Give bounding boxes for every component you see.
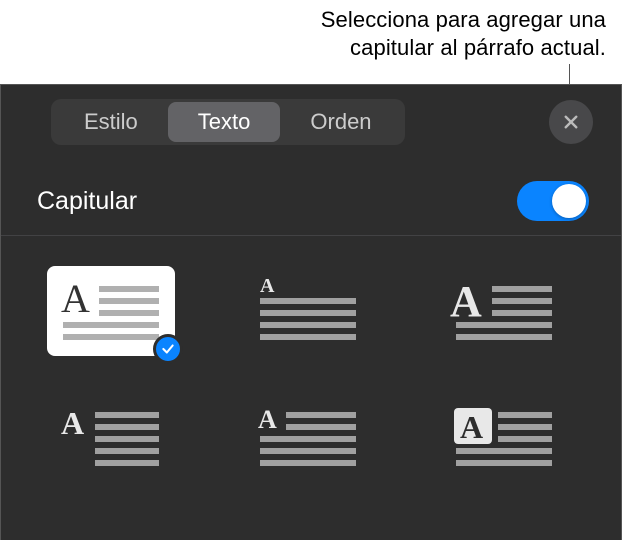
format-panel: Estilo Texto Orden Capitular A bbox=[0, 84, 622, 540]
dropcap-styles-grid: A A bbox=[1, 236, 621, 482]
selected-check-badge bbox=[153, 334, 183, 364]
callout-line2: capitular al párrafo actual. bbox=[321, 34, 606, 62]
close-icon bbox=[562, 113, 580, 131]
callout-line1: Selecciona para agregar una bbox=[321, 6, 606, 34]
dropcap-thumb-icon: A bbox=[254, 402, 362, 472]
svg-text:A: A bbox=[450, 277, 482, 326]
svg-text:A: A bbox=[258, 405, 277, 434]
section-title: Capitular bbox=[37, 187, 137, 216]
tab-style[interactable]: Estilo bbox=[54, 102, 168, 142]
tabs-segmented-control: Estilo Texto Orden bbox=[51, 99, 405, 145]
dropcap-style-4line-left[interactable]: A bbox=[244, 392, 372, 482]
svg-text:A: A bbox=[61, 405, 84, 441]
dropcap-thumb-icon: A bbox=[57, 402, 165, 472]
dropcap-thumb-icon: A bbox=[254, 276, 362, 346]
svg-text:A: A bbox=[61, 276, 90, 321]
close-button[interactable] bbox=[549, 100, 593, 144]
dropcap-style-large-left[interactable]: A bbox=[440, 266, 568, 356]
tabbar: Estilo Texto Orden bbox=[1, 85, 621, 155]
tab-order[interactable]: Orden bbox=[280, 102, 401, 142]
dropcap-style-raised-small[interactable]: A bbox=[244, 266, 372, 356]
check-icon bbox=[161, 342, 175, 356]
dropcap-thumb-icon: A bbox=[450, 402, 558, 472]
dropcap-section-row: Capitular bbox=[1, 165, 621, 236]
dropcap-style-boxed-reverse[interactable]: A bbox=[440, 392, 568, 482]
svg-text:A: A bbox=[260, 276, 275, 297]
svg-text:A: A bbox=[460, 409, 483, 445]
toggle-knob bbox=[552, 184, 586, 218]
dropcap-thumb-icon: A bbox=[57, 276, 165, 346]
tab-text[interactable]: Texto bbox=[168, 102, 281, 142]
dropcap-style-2line-standard[interactable]: A bbox=[47, 266, 175, 356]
dropcap-style-3line-left[interactable]: A bbox=[47, 392, 175, 482]
help-callout: Selecciona para agregar una capitular al… bbox=[321, 6, 606, 61]
dropcap-thumb-icon: A bbox=[450, 276, 558, 346]
dropcap-toggle[interactable] bbox=[517, 181, 589, 221]
